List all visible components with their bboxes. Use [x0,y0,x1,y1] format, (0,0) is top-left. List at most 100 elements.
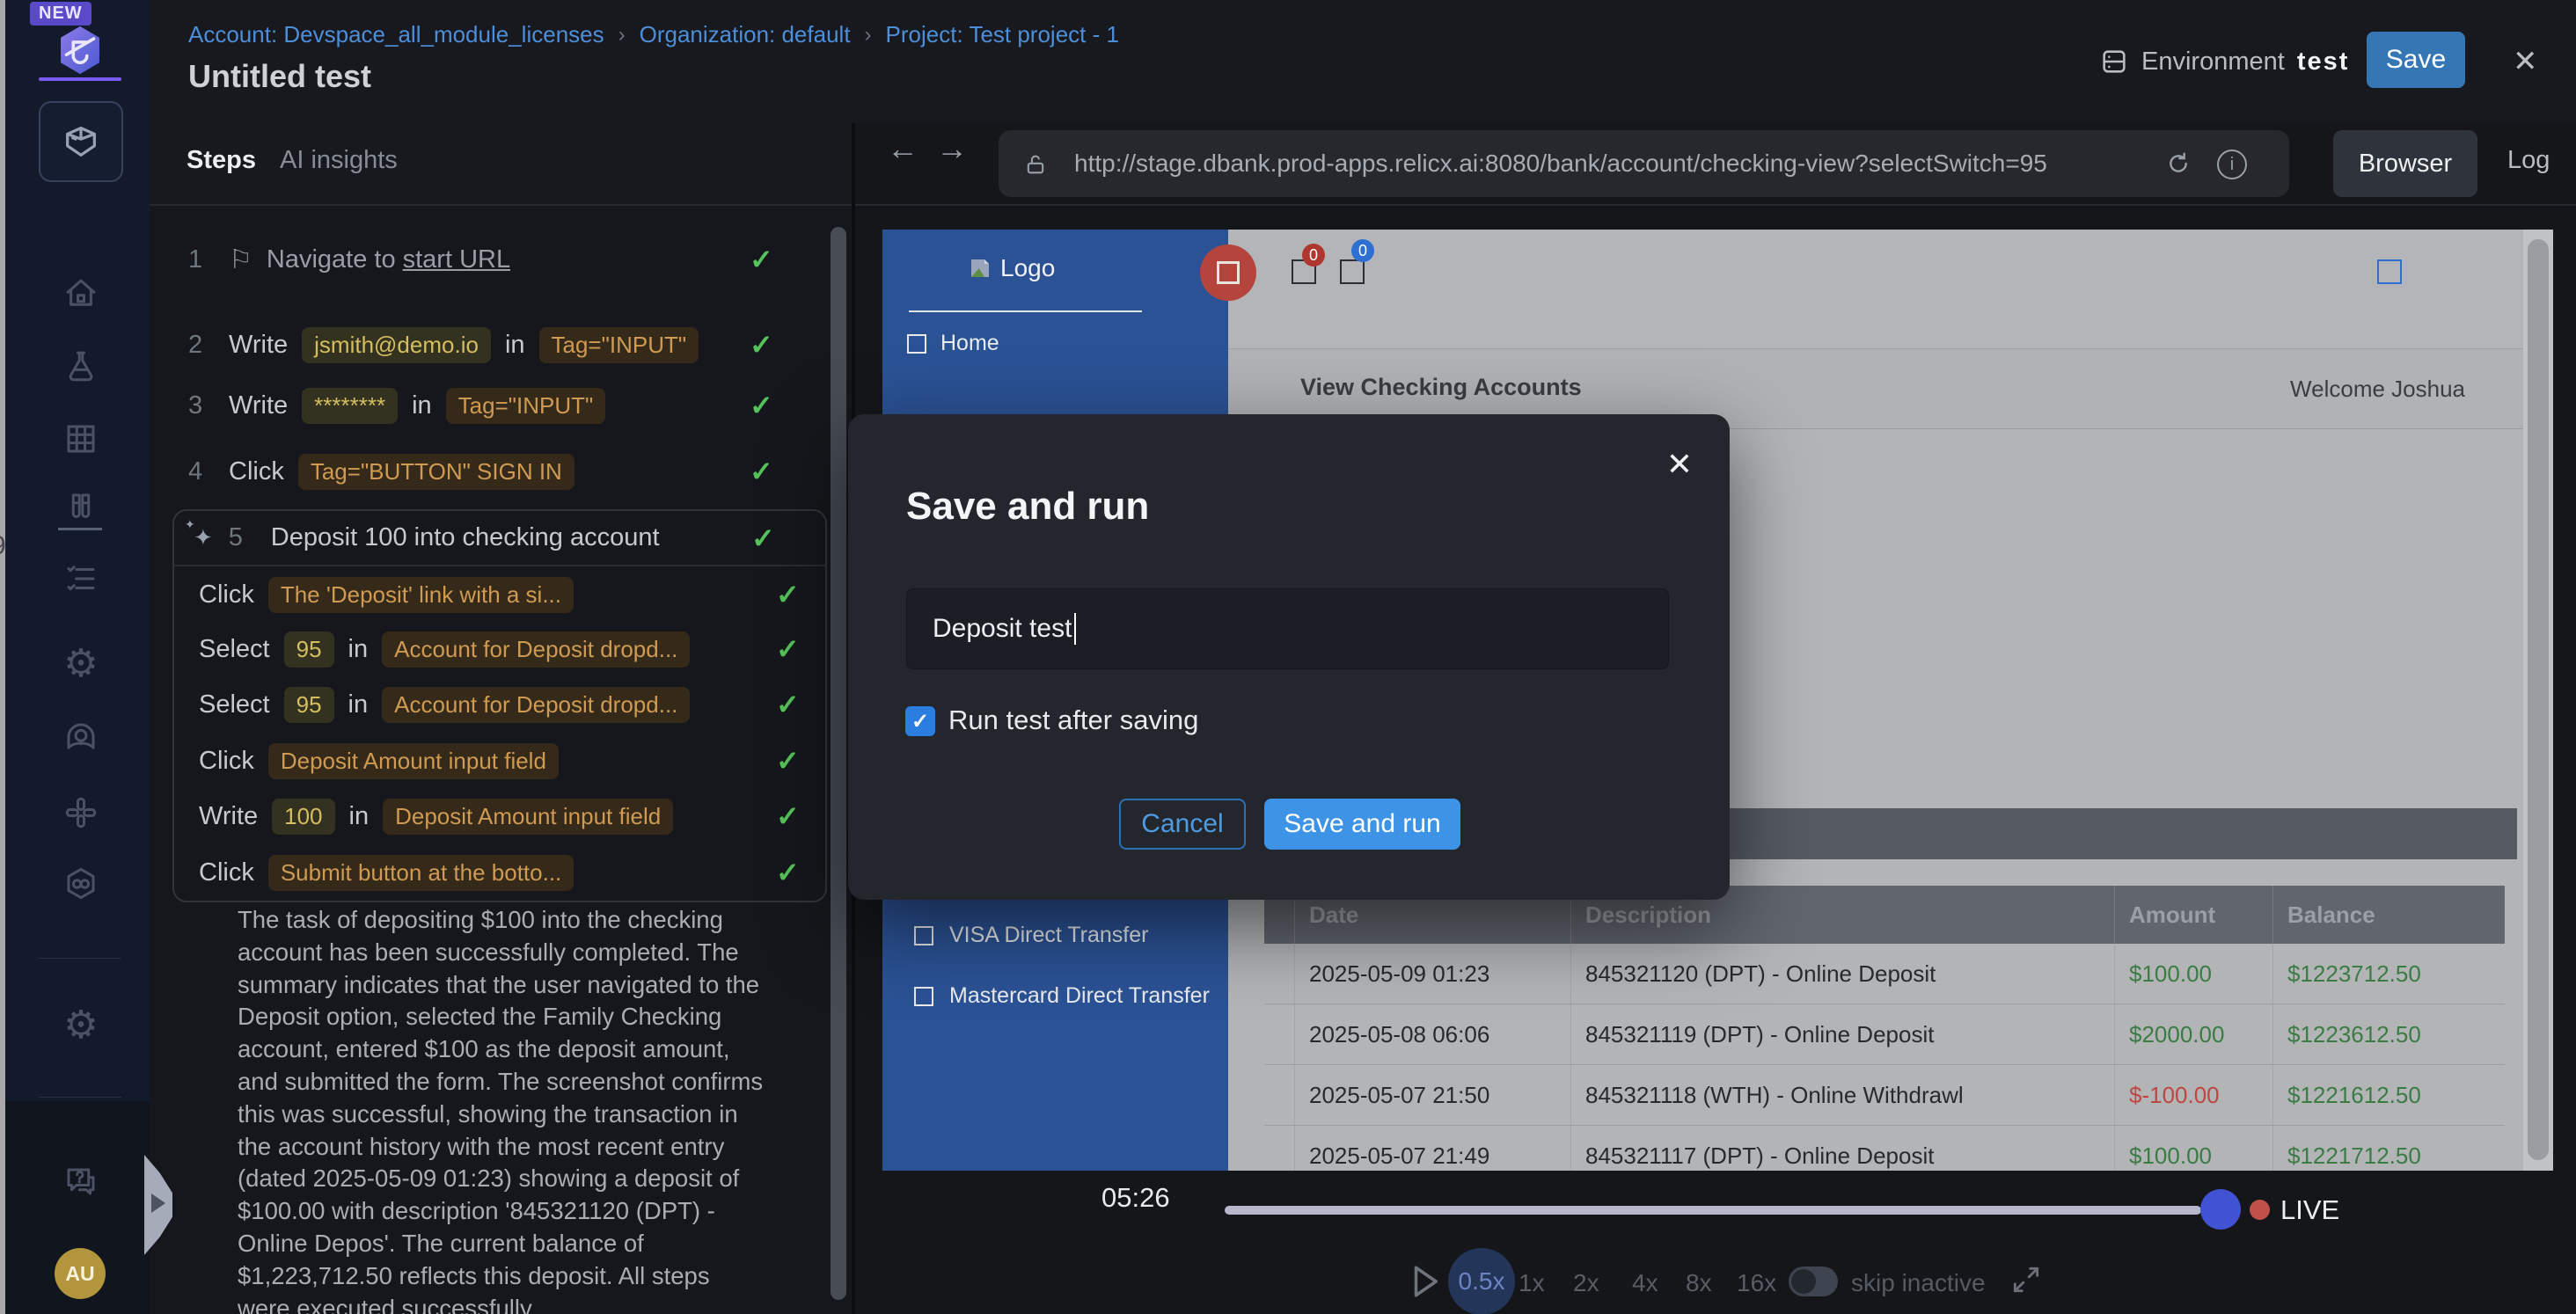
step-target-badge: Deposit Amount input field [268,743,559,779]
step-summary-text: The task of depositing $100 into the che… [238,904,767,1314]
save-and-run-button[interactable]: Save and run [1264,799,1460,850]
substep-row[interactable]: Select 95 in Account for Deposit dropd..… [199,624,797,674]
bank-nav-mastercard[interactable]: Mastercard Direct Transfer [914,983,1210,1009]
triangle-right-icon [151,1194,165,1213]
substep-row[interactable]: Click Submit button at the botto... ✓ [199,848,797,897]
step-group-header[interactable]: ✦✦ 5 Deposit 100 into checking account ✓ [174,511,825,566]
seek-track[interactable] [1225,1206,2201,1215]
sidebar-item-automation[interactable] [58,861,104,907]
cell-description: 845321117 (DPT) - Online Deposit [1571,1126,2115,1171]
sidebar-item-checklist[interactable] [58,556,104,602]
sidebar-item-table[interactable] [58,416,104,462]
substep-row[interactable]: Select 95 in Account for Deposit dropd..… [199,680,797,729]
panel-collapse-handle[interactable] [144,1155,172,1255]
info-icon[interactable]: i [2217,150,2247,179]
step-row-1[interactable]: 1 ⚐ Navigate to start URL ✓ [150,235,801,284]
sidebar-divider [39,958,121,959]
step-target-badge: Submit button at the botto... [268,855,574,891]
close-icon[interactable]: ✕ [1666,446,1693,483]
cancel-button[interactable]: Cancel [1119,799,1246,850]
speed-0.5x-button[interactable]: 0.5x [1448,1248,1515,1314]
back-icon[interactable]: ← [887,130,918,167]
check-icon: ✓ [911,709,929,734]
step-group-5[interactable]: ✦✦ 5 Deposit 100 into checking account ✓… [172,509,827,902]
check-icon: ✓ [751,522,775,555]
save-button[interactable]: Save [2367,32,2465,88]
step-value-badge: 95 [284,687,334,723]
test-name-value: Deposit test [933,614,1072,644]
table-header-amount: Amount [2115,886,2273,944]
substep-row[interactable]: Click The 'Deposit' link with a si... ✓ [199,570,797,619]
speed-8x-button[interactable]: 8x [1686,1269,1712,1297]
sidebar-item-persona[interactable] [58,714,104,760]
skip-inactive-toggle[interactable] [1789,1267,1838,1296]
refresh-icon[interactable] [2164,150,2192,178]
step-target-badge: Tag="INPUT" [539,327,699,363]
slack-icon [62,794,99,831]
step-value-badge: ******** [302,388,398,424]
table-row[interactable]: 2025-05-07 21:50 845321118 (WTH) - Onlin… [1264,1065,2505,1126]
broken-image-icon[interactable] [1340,259,1365,284]
breadcrumb-project[interactable]: Project: Test project - 1 [886,21,1119,48]
step-target-badge: Tag="BUTTON" SIGN IN [298,454,574,490]
tab-ai-insights[interactable]: AI insights [280,146,398,175]
sidebar-item-home[interactable] [58,271,104,317]
breadcrumb-organization[interactable]: Organization: default [640,21,851,48]
tab-steps[interactable]: Steps [187,146,256,175]
close-icon[interactable]: ✕ [2513,44,2538,79]
step-target-badge: Tag="INPUT" [446,388,606,424]
table-row[interactable]: 2025-05-09 01:23 845321120 (DPT) - Onlin… [1264,944,2505,1004]
sidebar-item-tests[interactable] [58,485,104,530]
step-group-title: Deposit 100 into checking account [271,523,660,552]
test-name-input[interactable]: Deposit test [906,588,1669,669]
start-url-link[interactable]: start URL [403,245,510,274]
speed-4x-button[interactable]: 4x [1632,1269,1658,1297]
sidebar-item-lab[interactable] [58,343,104,389]
app-sidebar: NEW [5,0,150,1314]
sidebar-item-settings-2[interactable]: ⚙ [58,1002,104,1048]
seek-handle[interactable] [2200,1189,2241,1230]
step-value-badge: jsmith@demo.io [302,327,491,363]
tab-browser[interactable]: Browser [2333,130,2477,197]
substep-row[interactable]: Click Deposit Amount input field ✓ [199,736,797,785]
run-after-saving-checkbox[interactable]: ✓ [905,706,935,736]
bank-logo[interactable]: Logo [967,254,1055,282]
step-conj: in [348,690,369,719]
cell-amount: $2000.00 [2115,1004,2273,1064]
app-logo-icon[interactable] [53,23,107,77]
bank-scrollbar-thumb[interactable] [2528,239,2549,1160]
steps-scrollbar[interactable] [831,227,846,1300]
notification-badge-blue: 0 [1351,239,1374,262]
checklist-icon [62,560,99,597]
step-row-3[interactable]: 3 Write ******** in Tag="INPUT" ✓ [150,381,801,430]
forward-icon[interactable]: → [936,130,968,167]
play-icon[interactable] [1409,1263,1441,1300]
speed-16x-button[interactable]: 16x [1737,1269,1776,1297]
step-row-4[interactable]: 4 Click Tag="BUTTON" SIGN IN ✓ [150,447,801,496]
steps-tabbar: Steps AI insights [150,123,852,206]
sidebar-item-integrations[interactable] [58,790,104,836]
environment-group[interactable]: Environment test [2099,35,2349,88]
speed-2x-button[interactable]: 2x [1573,1269,1599,1297]
breadcrumb-account[interactable]: Account: Devspace_all_module_licenses [188,21,604,48]
bank-nav-home[interactable]: Home [907,331,999,356]
step-row-2[interactable]: 2 Write jsmith@demo.io in Tag="INPUT" ✓ [150,320,801,369]
sidebar-item-active-box[interactable] [39,101,123,182]
cell-balance: $1223712.50 [2273,944,2505,1004]
speed-1x-button[interactable]: 1x [1519,1269,1545,1297]
bank-scrollbar-track[interactable] [2523,230,2553,1171]
substep-row[interactable]: Write 100 in Deposit Amount input field … [199,792,797,841]
broken-image-icon[interactable] [2377,259,2402,284]
user-avatar[interactable]: AU [55,1248,106,1299]
url-bar[interactable]: http://stage.dbank.prod-apps.relicx.ai:8… [999,130,2289,197]
expand-icon[interactable] [2009,1263,2043,1296]
bank-nav-visa[interactable]: VISA Direct Transfer [914,923,1148,948]
url-text[interactable]: http://stage.dbank.prod-apps.relicx.ai:8… [1074,150,2047,178]
step-action: Click [199,580,254,610]
sidebar-item-settings[interactable]: ⚙ [58,640,104,686]
table-row[interactable]: 2025-05-08 06:06 845321119 (DPT) - Onlin… [1264,1004,2505,1065]
table-row[interactable]: 2025-05-07 21:49 845321117 (DPT) - Onlin… [1264,1126,2505,1171]
step-conj: in [349,802,370,831]
tab-log[interactable]: Log [2507,146,2550,175]
sidebar-item-help-chat[interactable] [58,1159,104,1205]
